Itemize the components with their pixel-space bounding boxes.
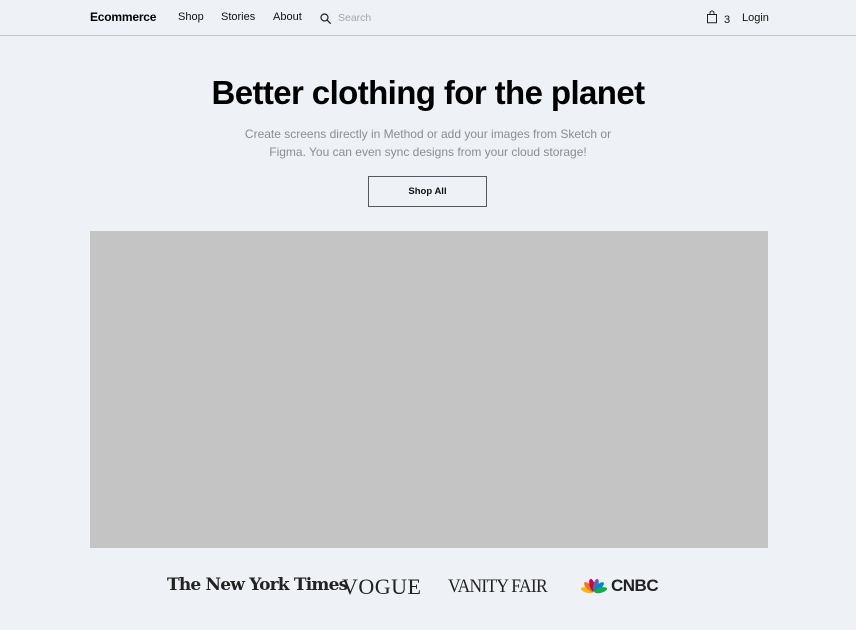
- press-logo-cnbc: CNBC: [581, 576, 659, 596]
- press-logo-vanity-fair: VANITY FAIR: [448, 576, 548, 597]
- search-input[interactable]: [338, 12, 458, 24]
- hero-subtitle: Create screens directly in Method or add…: [244, 127, 612, 159]
- shop-all-button[interactable]: Shop All: [368, 176, 487, 207]
- brand-logo[interactable]: Ecommerce: [90, 10, 156, 24]
- cart-button[interactable]: 3: [706, 10, 730, 29]
- search-icon[interactable]: [320, 12, 331, 24]
- hero-image-placeholder: [90, 231, 768, 548]
- press-logo-vogue: VOGUE: [342, 574, 422, 599]
- shopping-bag-icon: [706, 10, 718, 29]
- hero-title: Better clothing for the planet: [211, 74, 645, 111]
- nav-link-stories[interactable]: Stories: [221, 11, 255, 23]
- nav-link-shop[interactable]: Shop: [178, 11, 204, 23]
- top-navigation: Ecommerce Shop Stories About 3 Login: [0, 0, 856, 36]
- page: Ecommerce Shop Stories About 3 Login: [0, 0, 856, 630]
- login-link[interactable]: Login: [742, 12, 769, 24]
- press-logo-nyt: The New York Times: [167, 575, 348, 595]
- peacock-icon: [581, 578, 607, 594]
- cnbc-wordmark: CNBC: [611, 576, 659, 595]
- cart-count-badge: 3: [724, 13, 731, 26]
- nav-link-about[interactable]: About: [273, 11, 302, 23]
- search-bar: [320, 10, 458, 26]
